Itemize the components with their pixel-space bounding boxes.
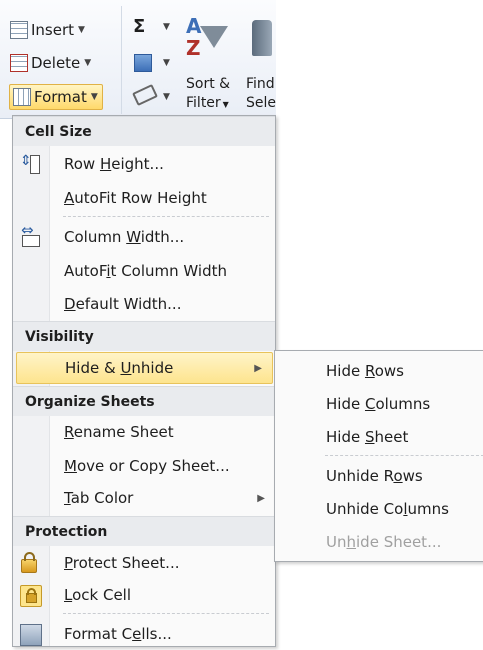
format-button[interactable]: Format ▼ <box>9 84 103 110</box>
format-dropdown-menu: Cell Size Row Height... AutoFit Row Heig… <box>12 115 276 647</box>
menu-item-column-width[interactable]: Column Width... <box>13 221 275 253</box>
menu-item-label: AutoFit Column Width <box>64 262 227 280</box>
menu-item-label: AutoFit Row Height <box>64 189 207 207</box>
insert-button[interactable]: Insert ▼ <box>10 18 85 42</box>
menu-item-label: Rename Sheet <box>64 423 174 441</box>
submenu-separator <box>325 455 483 456</box>
submenu-item-label: Hide Rows <box>326 361 404 380</box>
menu-item-label: Format Cells... <box>64 625 172 643</box>
insert-cells-icon <box>10 21 28 39</box>
menu-item-move-copy-sheet[interactable]: Move or Copy Sheet... <box>13 450 275 482</box>
menu-item-protect-sheet[interactable]: Protect Sheet... <box>13 547 275 579</box>
submenu-item-hide-rows[interactable]: Hide Rows <box>275 354 483 387</box>
clear-eraser-icon[interactable] <box>132 84 158 106</box>
menu-item-default-width[interactable]: Default Width... <box>13 288 275 320</box>
submenu-arrow-icon: ▶ <box>254 362 262 374</box>
insert-label: Insert <box>31 21 75 39</box>
delete-label: Delete <box>31 54 81 72</box>
chevron-down-icon[interactable]: ▼ <box>163 92 170 102</box>
delete-button[interactable]: Delete ▼ <box>10 51 91 75</box>
menu-item-tab-color[interactable]: Tab Color ▶ <box>13 482 275 514</box>
submenu-item-unhide-rows[interactable]: Unhide Rows <box>275 459 483 492</box>
find-select-label-line2[interactable]: Sele <box>246 95 276 111</box>
section-header-cell-size: Cell Size <box>13 116 275 146</box>
menu-item-format-cells[interactable]: Format Cells... <box>13 618 275 650</box>
chevron-down-icon[interactable]: ▼ <box>163 22 170 32</box>
menu-item-hide-unhide[interactable]: Hide & Unhide ▶ <box>16 352 273 384</box>
chevron-down-icon[interactable]: ▼ <box>163 58 170 68</box>
fill-icon[interactable] <box>134 54 152 72</box>
section-header-organize-sheets: Organize Sheets <box>13 386 275 416</box>
submenu-item-label: Unhide Columns <box>326 499 449 518</box>
submenu-item-hide-columns[interactable]: Hide Columns <box>275 387 483 420</box>
section-header-visibility: Visibility <box>13 321 275 351</box>
menu-separator <box>63 613 269 614</box>
chevron-down-icon: ▼ <box>78 25 85 35</box>
menu-separator <box>63 216 269 217</box>
submenu-item-label: Unhide Rows <box>326 466 423 485</box>
submenu-arrow-icon: ▶ <box>257 492 265 504</box>
find-select-binoculars-icon[interactable] <box>252 20 272 56</box>
submenu-item-label: Hide Columns <box>326 394 431 413</box>
row-height-icon <box>20 153 40 174</box>
column-width-icon <box>20 221 40 247</box>
menu-item-rename-sheet[interactable]: Rename Sheet <box>13 416 275 448</box>
format-cells-icon <box>20 624 42 646</box>
submenu-item-label: Unhide Sheet... <box>326 532 442 551</box>
chevron-down-icon: ▼ <box>84 58 92 68</box>
menu-item-label: Move or Copy Sheet... <box>64 457 230 475</box>
menu-item-label: Hide & Unhide <box>65 359 174 377</box>
menu-item-label: Default Width... <box>64 295 182 313</box>
filter-funnel-icon <box>200 26 228 48</box>
menu-item-lock-cell[interactable]: Lock Cell <box>13 579 275 611</box>
menu-item-row-height[interactable]: Row Height... <box>13 148 275 180</box>
protect-sheet-lock-icon <box>21 552 37 573</box>
ribbon-separator <box>121 6 122 114</box>
autosum-icon[interactable]: Σ <box>133 16 145 37</box>
format-cells-icon <box>13 88 31 106</box>
menu-item-autofit-row-height[interactable]: AutoFit Row Height <box>13 182 275 214</box>
menu-item-label: Lock Cell <box>64 586 132 604</box>
lock-cell-icon <box>20 585 42 607</box>
menu-item-label: Protect Sheet... <box>64 554 180 572</box>
menu-item-autofit-column-width[interactable]: AutoFit Column Width <box>13 255 275 287</box>
worksheet-area <box>276 0 483 350</box>
submenu-item-hide-sheet[interactable]: Hide Sheet <box>275 420 483 453</box>
submenu-item-unhide-columns[interactable]: Unhide Columns <box>275 492 483 525</box>
find-select-label-line1[interactable]: Find <box>246 76 276 92</box>
submenu-item-label: Hide Sheet <box>326 427 409 446</box>
chevron-down-icon: ▼ <box>90 92 98 102</box>
delete-cells-icon <box>10 54 28 72</box>
menu-item-label: Column Width... <box>64 228 185 246</box>
menu-item-label: Tab Color <box>64 489 134 507</box>
menu-item-label: Row Height... <box>64 155 164 173</box>
sort-filter-label-line2[interactable]: Filter ▼ <box>186 95 229 111</box>
ribbon-cells-editing-group: Insert ▼ Delete ▼ Format ▼ Σ ▼ ▼ ▼ AZ So… <box>0 0 276 119</box>
sort-filter-label-line1[interactable]: Sort & <box>186 76 230 92</box>
submenu-item-unhide-sheet: Unhide Sheet... <box>275 525 483 558</box>
format-label: Format <box>34 88 87 106</box>
section-header-protection: Protection <box>13 516 275 546</box>
hide-unhide-submenu: Hide Rows Hide Columns Hide Sheet Unhide… <box>274 350 483 562</box>
